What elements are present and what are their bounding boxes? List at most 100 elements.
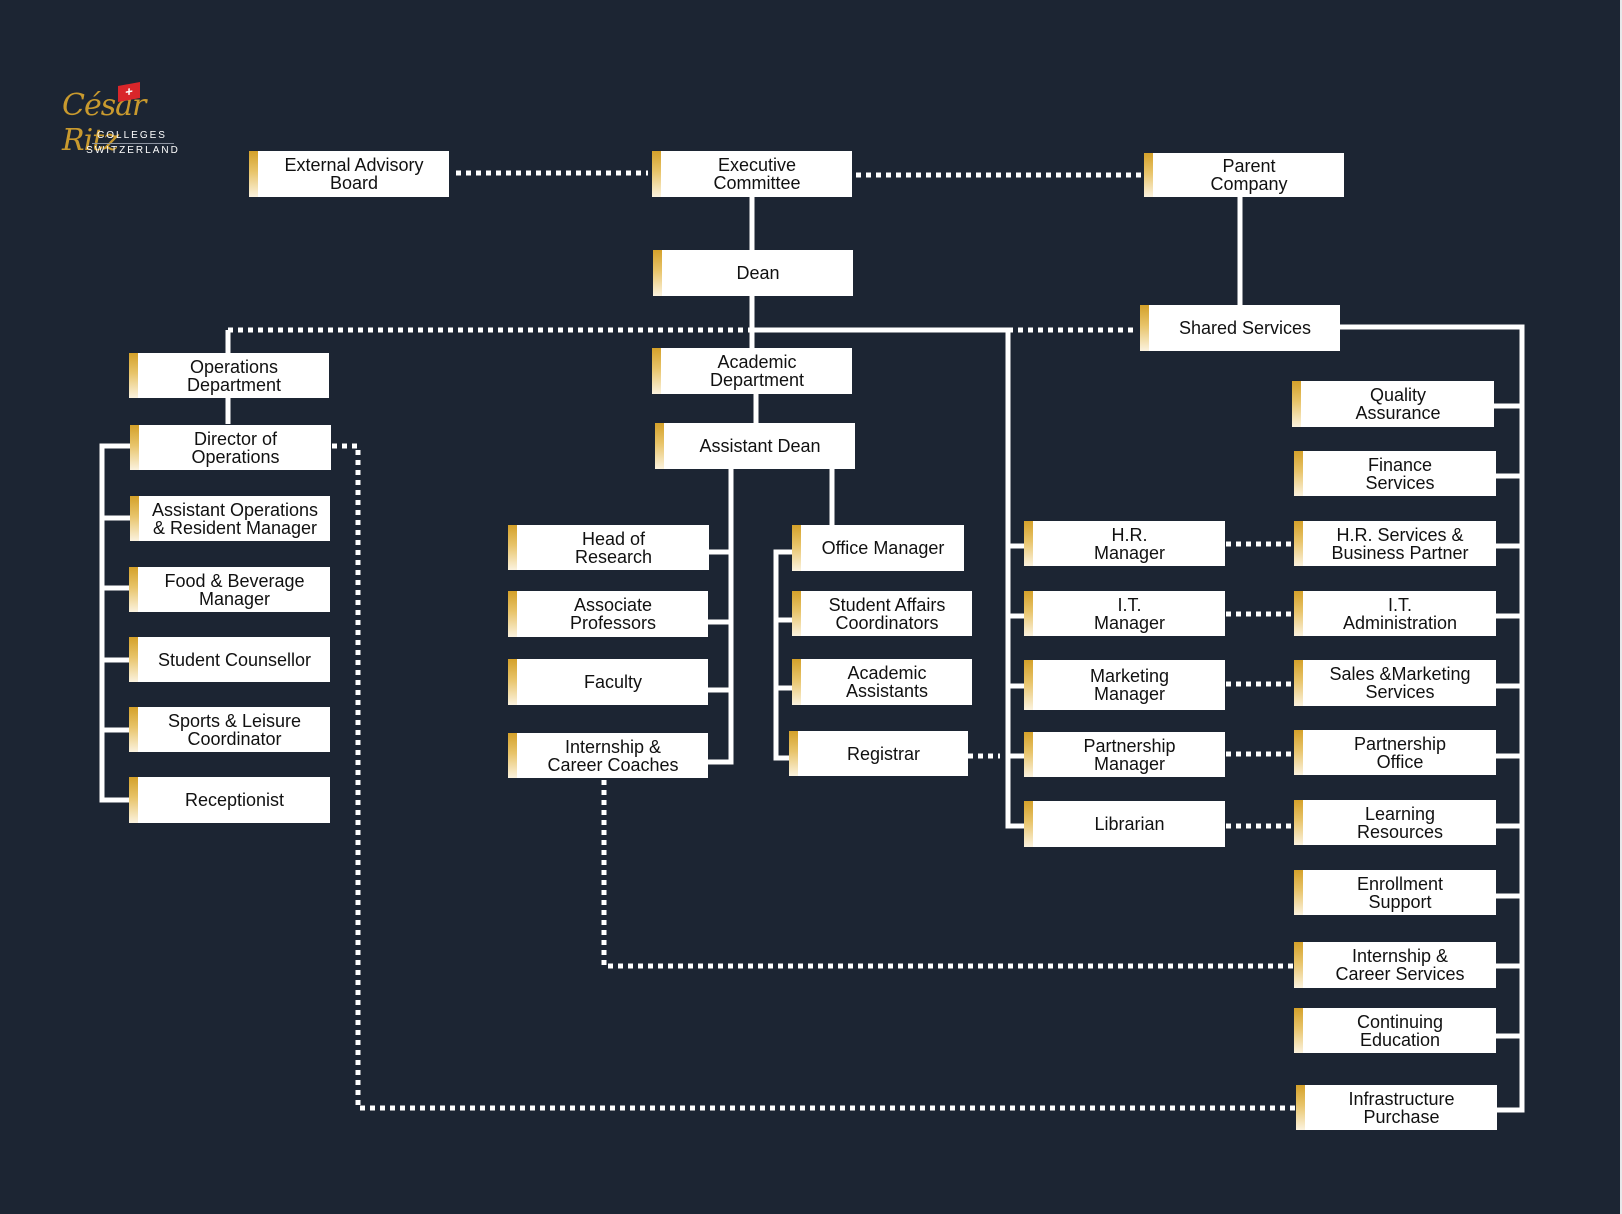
node-librarian[interactable]: Librarian [1024, 801, 1225, 847]
node-executive-committee[interactable]: Executive Committee [652, 151, 852, 197]
node-partnership-manager[interactable]: Partnership Manager [1024, 732, 1225, 777]
accent-bar [508, 659, 517, 705]
node-label: Infrastructure Purchase [1348, 1088, 1455, 1127]
accent-bar [508, 733, 517, 778]
node-receptionist[interactable]: Receptionist [129, 777, 330, 823]
node-it-administration[interactable]: I.T. Administration [1294, 591, 1496, 636]
accent-bar [1024, 732, 1033, 777]
node-label: Continuing Education [1356, 1011, 1444, 1050]
node-quality-assurance[interactable]: Quality Assurance [1292, 381, 1494, 427]
node-it-manager[interactable]: I.T. Manager [1024, 591, 1225, 636]
node-infrastructure-purchase[interactable]: Infrastructure Purchase [1296, 1085, 1497, 1130]
node-label: Shared Services [1178, 318, 1312, 338]
node-internship-career-coaches[interactable]: Internship & Career Coaches [508, 733, 708, 778]
node-operations-department[interactable]: Operations Department [129, 353, 329, 398]
node-student-counsellor[interactable]: Student Counsellor [129, 637, 330, 682]
solid-line [708, 549, 731, 693]
accent-bar [652, 151, 661, 197]
accent-bar [1024, 660, 1033, 710]
node-continuing-education[interactable]: Continuing Education [1294, 1008, 1496, 1053]
node-label: Assistant Dean [699, 436, 821, 456]
accent-bar [130, 425, 139, 470]
accent-bar [1294, 942, 1303, 988]
node-office-manager[interactable]: Office Manager [792, 525, 964, 571]
node-enrollment-support[interactable]: Enrollment Support [1294, 870, 1496, 915]
node-label: Food & Beverage Manager [164, 570, 305, 609]
node-label: Partnership Office [1353, 733, 1447, 772]
accent-bar [1292, 381, 1301, 427]
node-external-advisory-board[interactable]: External Advisory Board [249, 151, 449, 197]
node-student-affairs-coordinators[interactable]: Student Affairs Coordinators [792, 591, 972, 636]
node-label: Student Counsellor [157, 649, 312, 670]
node-label: Registrar [846, 743, 921, 764]
node-label: Dean [736, 263, 780, 283]
brand-line-switzerland: SWITZERLAND [86, 145, 180, 156]
node-label: Sales &Marketing Services [1329, 664, 1471, 702]
accent-bar [130, 496, 139, 541]
accent-bar [1294, 730, 1303, 775]
accent-bar [508, 591, 517, 637]
node-sports-leisure-coordinator[interactable]: Sports & Leisure Coordinator [129, 707, 330, 752]
node-label: H.R. Manager [1093, 524, 1166, 563]
node-label: Director of Operations [191, 428, 280, 467]
node-label: Learning Resources [1356, 803, 1444, 842]
solid-line [1336, 324, 1525, 1113]
node-label: Marketing Manager [1089, 666, 1170, 704]
accent-bar [129, 353, 138, 398]
node-hr-manager[interactable]: H.R. Manager [1024, 521, 1225, 566]
node-food-beverage-manager[interactable]: Food & Beverage Manager [129, 567, 330, 612]
node-label: Quality Assurance [1355, 385, 1441, 423]
accent-bar [1294, 451, 1303, 496]
accent-bar [129, 567, 138, 612]
brand-line-colleges: COLLEGES [97, 130, 167, 141]
accent-bar [129, 707, 138, 752]
node-label: I.T. Administration [1342, 594, 1458, 633]
accent-bar [653, 250, 662, 296]
solid-line [708, 468, 734, 765]
solid-line [102, 515, 131, 733]
accent-bar [789, 731, 798, 776]
node-internship-career-services[interactable]: Internship & Career Services [1294, 942, 1496, 988]
node-head-of-research[interactable]: Head of Research [508, 525, 709, 570]
node-label: Finance Services [1365, 454, 1435, 493]
node-parent-company[interactable]: Parent Company [1144, 153, 1344, 197]
node-label: Associate Professors [569, 595, 657, 633]
node-academic-assistants[interactable]: Academic Assistants [792, 659, 972, 705]
node-dean[interactable]: Dean [653, 250, 853, 296]
node-assistant-operations-resident-manager[interactable]: Assistant Operations & Resident Manager [130, 496, 330, 541]
accent-bar [652, 348, 661, 394]
node-partnership-office[interactable]: Partnership Office [1294, 730, 1496, 775]
node-associate-professors[interactable]: Associate Professors [508, 591, 708, 637]
node-sales-marketing-services[interactable]: Sales &Marketing Services [1294, 660, 1496, 706]
accent-bar [1296, 1085, 1305, 1130]
node-label: Academic Department [709, 352, 805, 390]
node-label: Assistant Operations & Resident Manager [151, 499, 319, 538]
node-label: H.R. Services & Business Partner [1331, 524, 1469, 563]
node-assistant-dean[interactable]: Assistant Dean [655, 423, 855, 469]
node-faculty[interactable]: Faculty [508, 659, 708, 705]
node-shared-services[interactable]: Shared Services [1140, 305, 1340, 351]
accent-bar [792, 659, 801, 705]
node-finance-services[interactable]: Finance Services [1294, 451, 1496, 496]
node-marketing-manager[interactable]: Marketing Manager [1024, 660, 1225, 710]
solid-line [1008, 543, 1026, 759]
accent-bar [249, 151, 258, 197]
node-label: Operations Department [186, 356, 282, 395]
accent-bar [1144, 153, 1153, 197]
node-registrar[interactable]: Registrar [789, 731, 968, 776]
solid-line [773, 549, 795, 761]
node-hr-services-business-partner[interactable]: H.R. Services & Business Partner [1294, 521, 1496, 566]
node-learning-resources[interactable]: Learning Resources [1294, 800, 1496, 845]
accent-bar [1294, 800, 1303, 845]
accent-bar [1024, 521, 1033, 566]
node-label: Office Manager [821, 538, 945, 558]
node-director-of-operations[interactable]: Director of Operations [130, 425, 331, 470]
accent-bar [129, 777, 138, 823]
node-label: Internship & Career Coaches [547, 736, 679, 775]
node-label: External Advisory Board [284, 155, 424, 193]
node-label: Partnership Manager [1083, 735, 1176, 774]
node-academic-department[interactable]: Academic Department [652, 348, 852, 394]
cesar-ritz-logo: César Ritz + COLLEGES SWITZERLAND [62, 80, 202, 160]
node-label: Student Affairs Coordinators [828, 594, 946, 633]
node-label: Receptionist [184, 790, 285, 810]
